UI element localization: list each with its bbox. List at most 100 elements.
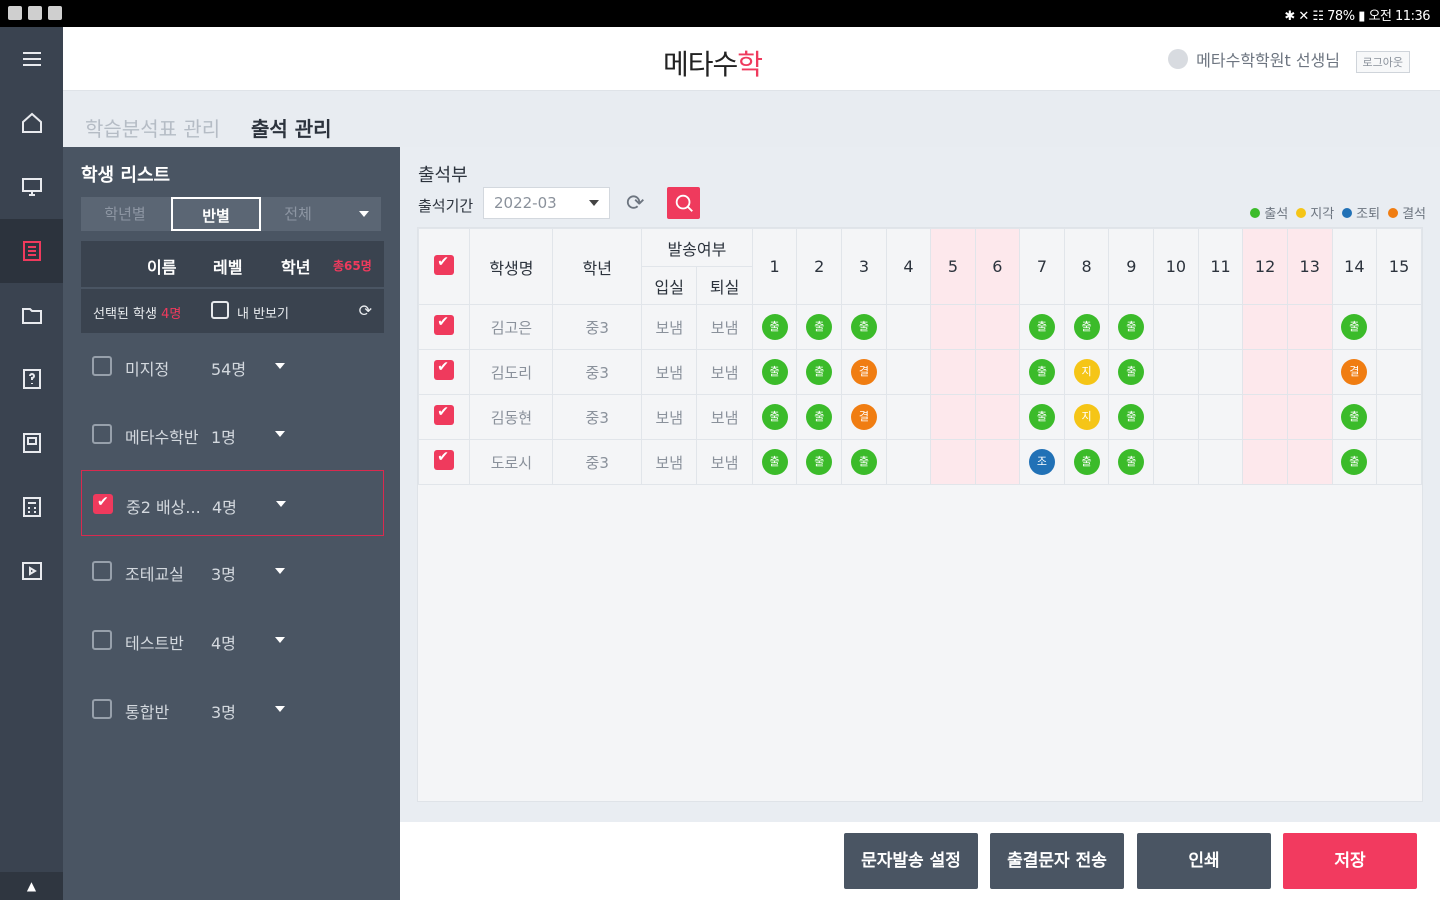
day-cell[interactable]: 결 <box>841 394 887 440</box>
chevron-down-icon[interactable] <box>359 211 369 217</box>
class-item[interactable]: 테스트반 4명 <box>81 607 384 673</box>
day-cell[interactable]: 출 <box>751 439 798 485</box>
day-cell[interactable] <box>1376 304 1422 350</box>
table-row[interactable]: 김도리중3보냄보냄출출결출지출결 <box>418 349 1422 395</box>
day-cell[interactable] <box>1197 349 1244 395</box>
attendance-mark[interactable]: 출 <box>850 449 877 475</box>
class-item[interactable]: 조테교실 3명 <box>81 538 384 604</box>
home-icon[interactable] <box>0 91 63 155</box>
day-cell[interactable] <box>930 349 976 395</box>
row-checkbox-cell[interactable] <box>418 439 471 485</box>
period-select[interactable]: 2022-03 <box>483 187 610 219</box>
day-cell[interactable]: 출 <box>1019 349 1065 395</box>
day-cell[interactable] <box>974 304 1021 350</box>
chevron-down-icon[interactable] <box>275 363 285 369</box>
attendance-mark[interactable]: 출 <box>761 449 788 475</box>
day-cell[interactable] <box>1242 439 1288 485</box>
day-cell[interactable]: 지 <box>1063 349 1110 395</box>
attendance-book-icon[interactable] <box>0 219 63 283</box>
attendance-mark[interactable]: 출 <box>1028 359 1055 385</box>
my-class-checkbox[interactable] <box>211 301 229 319</box>
class-checkbox[interactable] <box>93 494 113 514</box>
day-cell[interactable] <box>1197 439 1244 485</box>
class-checkbox[interactable] <box>92 356 112 376</box>
day-cell[interactable] <box>930 439 976 485</box>
day-cell[interactable] <box>1376 439 1422 485</box>
day-cell[interactable]: 출 <box>796 304 843 350</box>
attendance-mark[interactable]: 출 <box>1118 314 1145 340</box>
table-row[interactable]: 김고은중3보냄보냄출출출출출출출 <box>418 304 1422 350</box>
day-cell[interactable]: 출 <box>751 394 798 440</box>
day-cell[interactable]: 조 <box>1019 439 1065 485</box>
day-cell[interactable] <box>974 439 1021 485</box>
col-grade[interactable]: 학년 <box>281 254 310 278</box>
sms-settings-button[interactable]: 문자발송 설정 <box>844 833 978 889</box>
day-cell[interactable]: 출 <box>1063 304 1110 350</box>
chevron-down-icon[interactable] <box>275 431 285 437</box>
attendance-mark[interactable]: 출 <box>1028 314 1055 340</box>
reload-icon[interactable]: ⟳ <box>626 191 644 216</box>
search-button[interactable] <box>667 187 700 219</box>
class-item[interactable]: 미지정 54명 <box>81 333 384 399</box>
table-row[interactable]: 도로시중3보냄보냄출출출조출출출 <box>418 439 1422 485</box>
video-icon[interactable] <box>0 539 63 603</box>
day-cell[interactable] <box>930 304 976 350</box>
col-name[interactable]: 이름 <box>147 254 176 278</box>
day-cell[interactable] <box>1153 439 1199 485</box>
day-cell[interactable]: 출 <box>1331 394 1378 440</box>
attendance-mark[interactable]: 출 <box>1341 449 1368 475</box>
attendance-mark[interactable]: 출 <box>1341 314 1368 340</box>
attendance-mark[interactable]: 출 <box>1073 314 1100 340</box>
row-checkbox-cell[interactable] <box>418 304 471 350</box>
attendance-mark[interactable]: 출 <box>1341 404 1368 430</box>
day-cell[interactable]: 출 <box>1108 304 1155 350</box>
row-checkbox[interactable] <box>434 449 455 470</box>
attendance-mark[interactable]: 결 <box>850 404 877 430</box>
day-cell[interactable] <box>1286 439 1333 485</box>
attendance-mark[interactable]: 출 <box>1118 359 1145 385</box>
day-cell[interactable] <box>1286 349 1333 395</box>
row-checkbox[interactable] <box>434 314 455 335</box>
day-cell[interactable] <box>885 349 932 395</box>
attendance-mark[interactable]: 출 <box>806 359 833 385</box>
day-cell[interactable] <box>885 304 932 350</box>
class-checkbox[interactable] <box>92 699 112 719</box>
class-item[interactable]: 메타수학반 1명 <box>81 401 384 467</box>
row-checkbox[interactable] <box>434 359 455 380</box>
refresh-icon[interactable]: ⟳ <box>359 301 372 320</box>
day-cell[interactable] <box>1376 349 1422 395</box>
day-cell[interactable]: 출 <box>796 439 843 485</box>
attendance-mark[interactable]: 출 <box>1118 449 1145 475</box>
logout-button[interactable]: 로그아웃 <box>1355 51 1410 73</box>
attendance-mark[interactable]: 지 <box>1073 404 1100 430</box>
row-checkbox[interactable] <box>434 404 455 425</box>
col-level[interactable]: 레벨 <box>213 254 242 278</box>
chevron-down-icon[interactable] <box>276 501 286 507</box>
attendance-mark[interactable]: 조 <box>1028 449 1055 475</box>
day-cell[interactable]: 출 <box>1019 394 1065 440</box>
calculator-icon[interactable] <box>0 475 63 539</box>
day-cell[interactable]: 출 <box>841 439 887 485</box>
attendance-mark[interactable]: 출 <box>850 314 877 340</box>
tab-study-analysis[interactable]: 학습분석표 관리 <box>85 113 220 142</box>
day-cell[interactable]: 출 <box>751 304 798 350</box>
class-checkbox[interactable] <box>92 561 112 581</box>
attendance-mark[interactable]: 결 <box>850 359 877 385</box>
attendance-mark[interactable]: 결 <box>1341 359 1368 385</box>
chevron-down-icon[interactable] <box>275 637 285 643</box>
day-cell[interactable] <box>1286 304 1333 350</box>
row-checkbox-cell[interactable] <box>418 349 471 395</box>
tab-attendance[interactable]: 출석 관리 <box>251 113 332 142</box>
day-cell[interactable]: 출 <box>796 394 843 440</box>
day-cell[interactable]: 출 <box>751 349 798 395</box>
day-cell[interactable] <box>1286 394 1333 440</box>
day-cell[interactable] <box>1242 394 1288 440</box>
day-cell[interactable]: 결 <box>1331 349 1378 395</box>
attendance-mark[interactable]: 출 <box>1028 404 1055 430</box>
attendance-mark[interactable]: 출 <box>806 314 833 340</box>
attendance-mark[interactable]: 출 <box>761 314 788 340</box>
segment-by-grade[interactable]: 학년별 <box>81 197 169 231</box>
select-all-checkbox[interactable] <box>434 254 455 275</box>
folder-icon[interactable] <box>0 283 63 347</box>
table-row[interactable]: 김동현중3보냄보냄출출결출지출출 <box>418 394 1422 440</box>
